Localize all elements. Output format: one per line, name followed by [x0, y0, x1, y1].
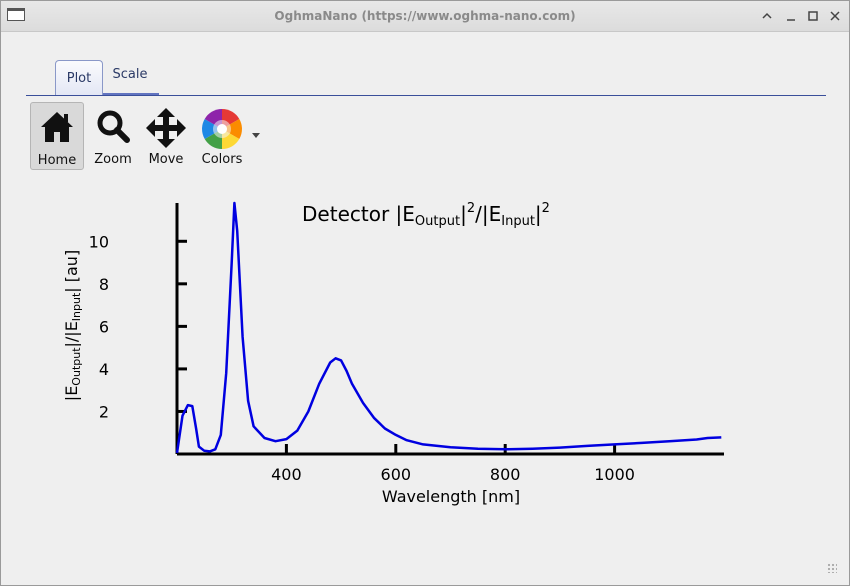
- y-tick-label: 6: [99, 317, 109, 336]
- zoom-label: Zoom: [94, 152, 132, 167]
- y-tick-label: 10: [89, 232, 109, 251]
- tab-plot[interactable]: Plot: [55, 60, 103, 95]
- move-arrows-icon: [146, 108, 186, 148]
- colors-button[interactable]: Colors: [196, 102, 248, 170]
- move-button[interactable]: Move: [142, 102, 190, 170]
- y-tick-label: 2: [99, 402, 109, 421]
- color-wheel-icon: [202, 109, 242, 149]
- colors-label: Colors: [201, 152, 243, 167]
- home-button[interactable]: Home: [30, 102, 84, 170]
- window-title: OghmaNano (https://www.oghma-nano.com): [274, 9, 576, 23]
- detector-chart: 2 4 6 8 10 400 600 800 1000 Detector |EOutput|2/|…: [62, 201, 724, 506]
- tab-divider: [26, 95, 826, 96]
- x-tick-label: 400: [271, 465, 302, 484]
- minimize-icon[interactable]: [783, 8, 799, 24]
- y-axis-label: |EOutput|/|EInput| [au]: [62, 250, 83, 401]
- tab-scale[interactable]: Scale: [103, 60, 157, 94]
- main-window: OghmaNano (https://www.oghma-nano.com) P…: [0, 0, 850, 586]
- maximize-icon[interactable]: [805, 8, 821, 24]
- data-series-line: [175, 201, 722, 454]
- x-tick-label: 1000: [594, 465, 635, 484]
- x-tick-label: 600: [381, 465, 412, 484]
- home-icon: [41, 112, 73, 142]
- home-label: Home: [37, 153, 77, 168]
- y-tick-label: 8: [99, 275, 109, 294]
- x-tick-label: 800: [490, 465, 521, 484]
- y-tick-label: 4: [99, 360, 109, 379]
- chevron-up-icon[interactable]: [759, 8, 775, 24]
- zoom-button[interactable]: Zoom: [89, 102, 137, 170]
- resize-grip[interactable]: [827, 563, 837, 573]
- magnifier-icon: [97, 110, 130, 143]
- chart-title: Detector |EOutput|2/|EInput|2: [302, 201, 550, 229]
- close-icon[interactable]: [827, 8, 843, 24]
- colors-dropdown-arrow[interactable]: [252, 133, 260, 138]
- x-axis-label: Wavelength [nm]: [382, 487, 520, 506]
- move-label: Move: [148, 152, 184, 167]
- title-bar[interactable]: OghmaNano (https://www.oghma-nano.com): [1, 1, 849, 32]
